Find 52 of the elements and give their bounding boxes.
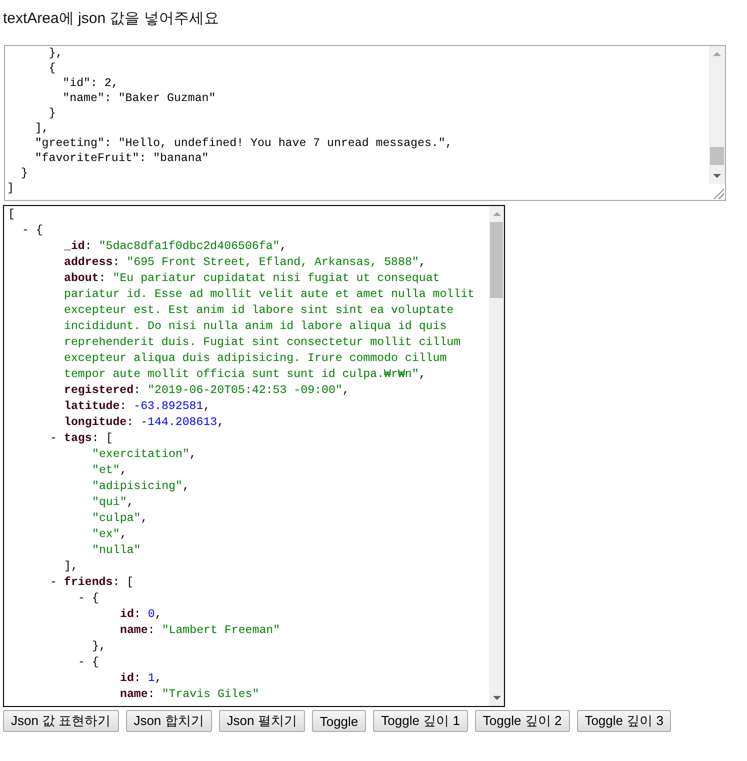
scrollbar[interactable] xyxy=(709,46,725,184)
tree-node-header: { xyxy=(36,223,43,239)
tree-line: id: 0, xyxy=(120,607,162,623)
collapse-toggle[interactable]: - xyxy=(50,431,64,447)
tree-line: registered: "2019-06-20T05:42:53 -09:00", xyxy=(64,383,350,399)
collapse-toggle[interactable]: - xyxy=(50,575,64,591)
code-line: "id": 2, xyxy=(62,76,118,91)
tree-node-header: tags: [ xyxy=(64,431,113,447)
action-button[interactable]: Json 펼치기 xyxy=(218,710,305,732)
action-button[interactable]: Toggle 깊이 3 xyxy=(576,710,672,732)
tree-line: "culpa", xyxy=(92,511,148,527)
tree-line: latitude: -63.892581, xyxy=(64,399,210,415)
code-line: } xyxy=(20,166,28,181)
closing-bracket: ], xyxy=(64,559,78,575)
tree-line: longitude: -144.208613, xyxy=(64,415,224,431)
collapse-toggle[interactable]: - xyxy=(22,223,36,239)
tree-line: "exercitation", xyxy=(92,447,196,463)
tree-line: _id: "5dac8dfa1f0dbc2d406506fa", xyxy=(64,239,287,255)
page-heading: textArea에 json 값을 넣어주세요 xyxy=(3,10,219,27)
collapse-toggle[interactable]: - xyxy=(78,591,92,607)
tree-line: "nulla" xyxy=(92,543,141,559)
closing-bracket: }, xyxy=(92,639,106,655)
tree-line: id: 1, xyxy=(120,671,162,687)
action-button[interactable]: Toggle 깊이 1 xyxy=(373,710,468,732)
tree-line: "ex", xyxy=(92,527,127,543)
tree-line: about: "Eu pariatur cupidatat nisi fugiat ut consequat pariatur id. Esse ad mollit velit aute et amet nulla mollit excepteur est. Est anim id labore sint sint ea voluptate incididunt. Do nisi nulla anim id labore aliqua id quis reprehenderit duis. Fugiat sint consectetur mollit cillum excepteur aliqua duis adipisicing. Irure commodo cillum tempor aute mollit officia sunt sunt id culpa.₩r₩n", xyxy=(64,271,476,383)
resize-grip-icon[interactable] xyxy=(712,187,724,199)
tree-line: name: "Lambert Freeman" xyxy=(120,623,280,639)
tree-line: address: "695 Front Street, Efland, Arkansas, 5888", xyxy=(64,255,426,271)
code-line: } xyxy=(48,106,56,121)
tree-node-header: { xyxy=(92,655,99,671)
tree-node-header: friends: [ xyxy=(64,575,134,591)
action-button[interactable]: Toggle xyxy=(312,710,366,732)
code-line: "greeting": "Hello, undefined! You have 7 unread messages.", xyxy=(34,136,452,151)
code-line: ], xyxy=(34,121,49,136)
collapse-toggle[interactable]: - xyxy=(78,655,92,671)
code-line: "name": "Baker Guzman" xyxy=(62,91,216,106)
tree-line: "et", xyxy=(92,463,127,479)
json-input-field[interactable]: }, { "id": 2, "name": "Baker Guzman" } ], "greeting": "Hello, undefined! You have 7 unread messages.", "favoriteFruit": "banana" } ] xyxy=(4,45,726,201)
tree-line: "adipisicing", xyxy=(92,479,190,495)
tree-node-header: { xyxy=(92,591,99,607)
action-button[interactable]: Toggle 깊이 2 xyxy=(474,710,570,732)
action-button[interactable]: Json 합치기 xyxy=(126,710,212,732)
code-line: { xyxy=(48,61,56,76)
code-line: ] xyxy=(7,181,14,196)
tree-line: name: "Travis Giles" xyxy=(120,687,260,703)
code-line: }, xyxy=(48,46,63,61)
scrollbar[interactable] xyxy=(489,206,504,706)
tree-line: "qui", xyxy=(92,495,134,511)
action-button[interactable]: Json 값 표현하기 xyxy=(3,710,119,732)
code-line: "favoriteFruit": "banana" xyxy=(34,151,209,166)
tree-node-header: [ xyxy=(8,207,15,223)
